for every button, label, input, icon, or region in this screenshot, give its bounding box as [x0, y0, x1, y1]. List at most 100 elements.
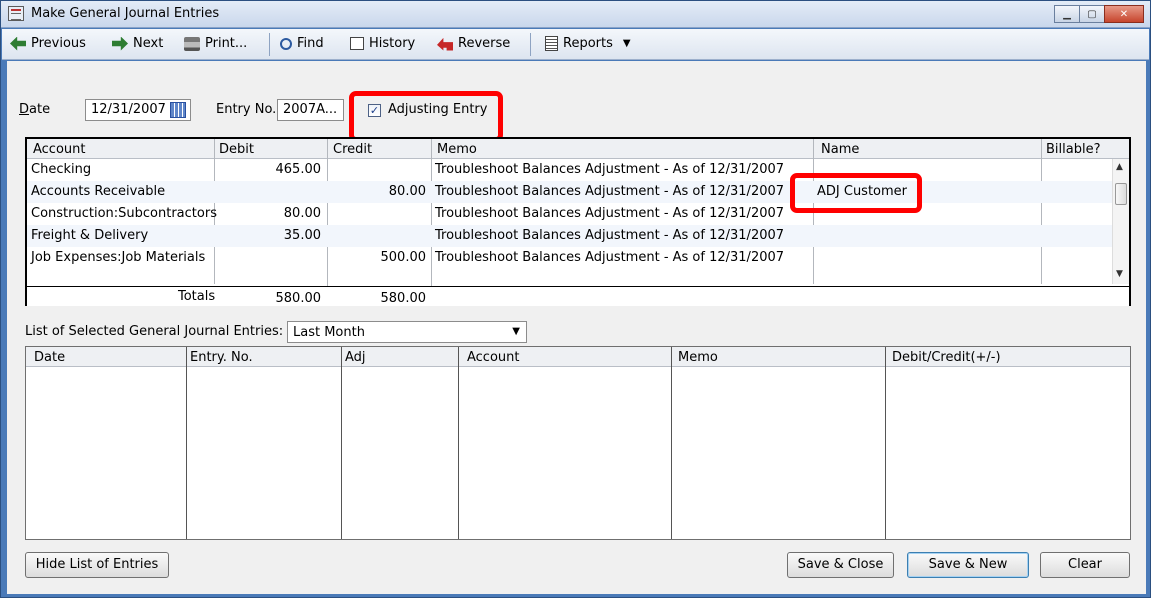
grid-scrollbar[interactable]: ▲ ▼ [1112, 159, 1129, 284]
previous-label: Previous [31, 36, 86, 51]
toolbar-divider [530, 33, 531, 56]
maximize-icon: ▢ [1087, 8, 1097, 20]
column-divider [671, 347, 672, 539]
table-row[interactable]: Checking 465.00 Troubleshoot Balances Ad… [27, 159, 1115, 181]
entry-number-value: 2007A... [283, 102, 338, 117]
clear-button[interactable]: Clear [1040, 552, 1130, 578]
find-label: Find [297, 36, 324, 51]
history-label: History [369, 36, 416, 51]
totals-row: Totals 580.00 580.00 [27, 286, 1129, 306]
find-button[interactable]: Find [280, 36, 324, 51]
col-name: Name [821, 142, 860, 157]
list-col-memo: Memo [678, 350, 718, 365]
col-memo: Memo [437, 142, 477, 157]
form-body: Date 12/31/2007 Entry No. 2007A... ✓ Adj… [7, 61, 1146, 594]
entries-list: Date Entry. No. Adj Account Memo Debit/C… [25, 346, 1131, 540]
cell-memo: Troubleshoot Balances Adjustment - As of… [435, 184, 785, 199]
title-bar: Make General Journal Entries ▁ ▢ ✕ [1, 1, 1150, 28]
filter-value: Last Month [293, 325, 365, 340]
highlight-box-name [790, 173, 922, 213]
previous-icon [10, 36, 26, 51]
minimize-button[interactable]: ▁ [1054, 5, 1080, 23]
print-button[interactable]: Print... [184, 36, 247, 51]
minimize-icon: ▁ [1063, 8, 1071, 20]
entries-list-label: List of Selected General Journal Entries… [25, 324, 284, 339]
table-row[interactable]: Accounts Receivable 80.00 Troubleshoot B… [27, 181, 1115, 203]
next-icon [112, 36, 128, 51]
journal-grid: Account Debit Credit Memo Name Billable?… [25, 137, 1131, 306]
list-col-debit-credit: Debit/Credit(+/-) [892, 350, 1001, 365]
column-divider [458, 347, 459, 539]
toolbar: Previous Next Print... Find History Reve… [2, 29, 1149, 60]
list-col-date: Date [34, 350, 66, 365]
total-debit: 580.00 [275, 291, 322, 306]
close-button[interactable]: ✕ [1104, 5, 1144, 23]
cell-debit: 35.00 [283, 228, 321, 243]
hide-list-button[interactable]: Hide List of Entries [25, 552, 169, 578]
history-icon [350, 37, 364, 50]
close-icon: ✕ [1119, 8, 1129, 20]
maximize-button[interactable]: ▢ [1079, 5, 1105, 23]
reports-button[interactable]: Reports ▼ [545, 36, 631, 51]
history-button[interactable]: History [350, 36, 415, 51]
table-row[interactable]: Job Expenses:Job Materials 500.00 Troubl… [27, 247, 1115, 269]
cell-memo: Troubleshoot Balances Adjustment - As of… [435, 206, 785, 221]
list-col-entry-no: Entry. No. [190, 350, 253, 365]
entries-filter-select[interactable]: Last Month ▼ [287, 321, 527, 343]
journal-icon [8, 6, 24, 21]
cell-account: Checking [31, 162, 92, 177]
col-credit: Credit [333, 142, 373, 157]
cell-account: Accounts Receivable [31, 184, 166, 199]
highlight-box-adjusting [349, 91, 503, 142]
cell-credit: 80.00 [388, 184, 426, 199]
totals-label: Totals [178, 289, 216, 304]
table-row[interactable]: Freight & Delivery 35.00 Troubleshoot Ba… [27, 225, 1115, 247]
next-label: Next [133, 36, 164, 51]
cell-memo: Troubleshoot Balances Adjustment - As of… [435, 250, 785, 265]
column-divider [885, 347, 886, 539]
cell-credit: 500.00 [380, 250, 427, 265]
cell-debit: 80.00 [283, 206, 321, 221]
cell-debit: 465.00 [275, 162, 322, 177]
print-label: Print... [205, 36, 248, 51]
list-col-account: Account [467, 350, 520, 365]
chevron-down-icon: ▼ [622, 38, 631, 49]
find-icon [280, 37, 292, 50]
entry-number-field[interactable]: 2007A... [277, 99, 344, 121]
scroll-thumb[interactable] [1115, 183, 1127, 205]
calendar-icon[interactable] [170, 102, 186, 118]
total-credit: 580.00 [380, 291, 427, 306]
col-billable: Billable? [1046, 142, 1101, 157]
cell-account: Construction:Subcontractors [31, 206, 217, 221]
chevron-down-icon: ▼ [512, 326, 520, 337]
save-new-button[interactable]: Save & New [907, 552, 1029, 578]
list-col-adj: Adj [345, 350, 366, 365]
date-value: 12/31/2007 [91, 102, 166, 117]
scroll-down-icon[interactable]: ▼ [1116, 269, 1123, 279]
reverse-icon [437, 37, 453, 51]
next-button[interactable]: Next [112, 36, 163, 51]
reports-icon [545, 36, 558, 51]
toolbar-divider [269, 33, 270, 56]
cell-account: Freight & Delivery [31, 228, 149, 243]
table-row[interactable]: Construction:Subcontractors 80.00 Troubl… [27, 203, 1115, 225]
reports-label: Reports [563, 36, 613, 51]
previous-button[interactable]: Previous [10, 36, 86, 51]
column-divider [341, 347, 342, 539]
cell-account: Job Expenses:Job Materials [31, 250, 206, 265]
save-close-button[interactable]: Save & Close [787, 552, 894, 578]
grid-header: Account Debit Credit Memo Name Billable? [27, 139, 1129, 159]
entry-header: Date 12/31/2007 Entry No. 2007A... ✓ Adj… [7, 99, 1146, 123]
list-header: Date Entry. No. Adj Account Memo Debit/C… [26, 347, 1130, 367]
cell-memo: Troubleshoot Balances Adjustment - As of… [435, 162, 785, 177]
column-divider [186, 347, 187, 539]
col-debit: Debit [219, 142, 254, 157]
date-label: Date [19, 102, 51, 117]
window-controls: ▁ ▢ ✕ [1054, 5, 1144, 23]
journal-entries-window: Make General Journal Entries ▁ ▢ ✕ Previ… [0, 0, 1151, 598]
cell-memo: Troubleshoot Balances Adjustment - As of… [435, 228, 785, 243]
scroll-up-icon[interactable]: ▲ [1116, 162, 1123, 172]
reverse-button[interactable]: Reverse [437, 36, 510, 51]
col-account: Account [33, 142, 86, 157]
window-title: Make General Journal Entries [31, 6, 220, 21]
